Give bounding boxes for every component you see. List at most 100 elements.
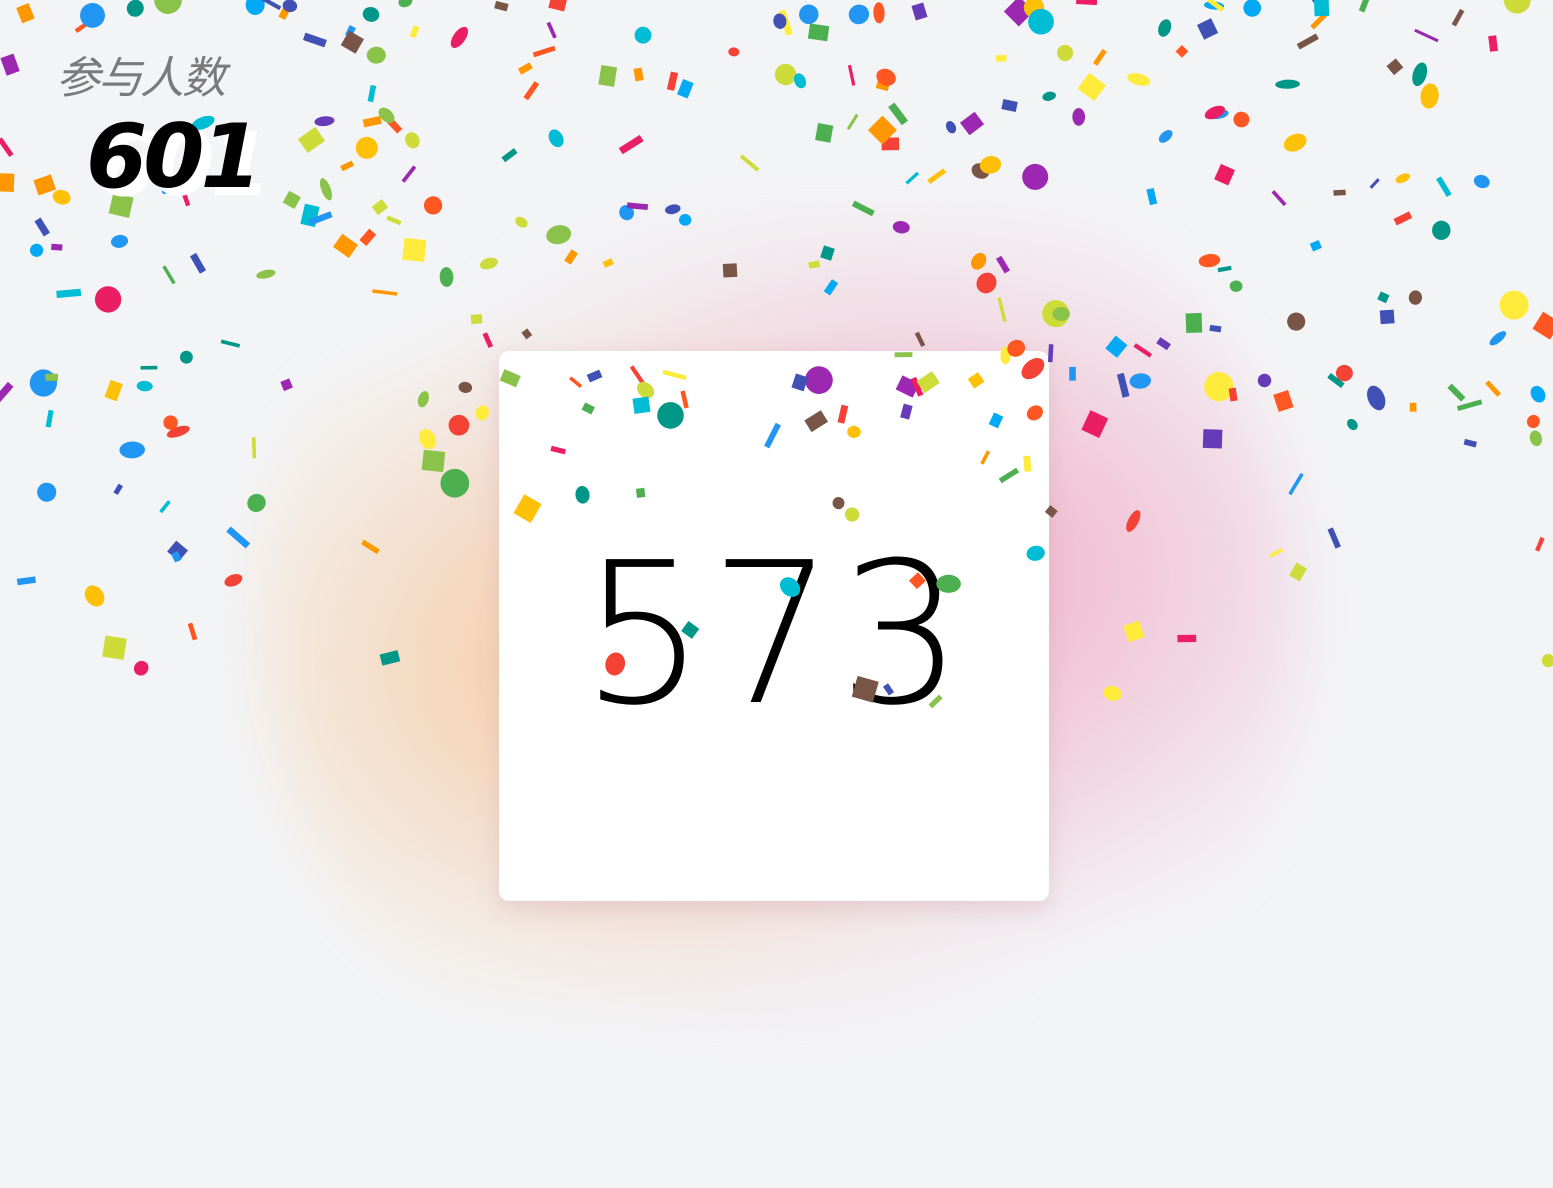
confetti-piece bbox=[340, 30, 365, 54]
confetti-piece bbox=[1229, 280, 1243, 292]
confetti-piece bbox=[1093, 48, 1107, 66]
confetti-piece bbox=[297, 126, 326, 154]
confetti-piece bbox=[102, 635, 127, 660]
confetti-piece bbox=[1309, 240, 1322, 252]
confetti-piece bbox=[1358, 0, 1373, 13]
confetti-piece bbox=[1367, 385, 1386, 411]
confetti-piece bbox=[807, 23, 830, 42]
confetti-piece bbox=[0, 53, 20, 76]
confetti-piece bbox=[423, 196, 443, 215]
confetti-piece bbox=[45, 373, 58, 381]
confetti-piece bbox=[29, 369, 58, 397]
confetti-piece bbox=[876, 68, 896, 86]
confetti-piece bbox=[634, 26, 652, 44]
participant-count-label: 参与人数 bbox=[56, 53, 226, 104]
confetti-piece bbox=[51, 243, 63, 251]
confetti-piece bbox=[224, 573, 243, 587]
confetti-piece bbox=[1214, 163, 1236, 186]
confetti-piece bbox=[959, 111, 985, 136]
confetti-piece bbox=[1243, 0, 1262, 17]
number-card: 573 bbox=[499, 351, 1049, 901]
confetti-piece bbox=[1333, 189, 1346, 196]
confetti-piece bbox=[1127, 73, 1151, 86]
confetti-piece bbox=[548, 0, 567, 12]
confetti-piece bbox=[1283, 133, 1307, 152]
confetti-piece bbox=[362, 115, 382, 128]
confetti-piece bbox=[94, 286, 122, 313]
confetti-piece bbox=[1196, 18, 1219, 40]
confetti-piece bbox=[1377, 291, 1390, 304]
confetti-piece bbox=[1257, 373, 1272, 388]
confetti-piece bbox=[282, 190, 301, 210]
confetti-piece bbox=[1146, 187, 1158, 206]
confetti-piece bbox=[873, 2, 885, 24]
confetti-piece bbox=[450, 26, 468, 48]
confetti-piece bbox=[501, 148, 518, 163]
confetti-piece bbox=[0, 381, 14, 405]
confetti-piece bbox=[166, 425, 190, 438]
confetti-piece bbox=[1207, 109, 1229, 120]
confetti-piece bbox=[523, 81, 540, 101]
confetti-piece bbox=[1273, 390, 1294, 412]
confetti-piece bbox=[1369, 178, 1380, 189]
confetti-piece bbox=[300, 203, 320, 228]
confetti-piece bbox=[1379, 309, 1395, 325]
confetti-piece bbox=[633, 67, 644, 82]
confetti-piece bbox=[1395, 173, 1410, 184]
confetti-piece bbox=[104, 379, 123, 402]
confetti-piece bbox=[517, 62, 533, 75]
confetti-piece bbox=[1412, 62, 1428, 87]
confetti-piece bbox=[367, 84, 377, 103]
confetti-piece bbox=[366, 46, 386, 64]
confetti-piece bbox=[1311, 0, 1328, 11]
confetti-piece bbox=[359, 228, 377, 246]
confetti-piece bbox=[110, 234, 129, 248]
confetti-piece bbox=[220, 339, 241, 348]
confetti-piece bbox=[362, 6, 380, 22]
confetti-piece bbox=[1209, 324, 1222, 333]
confetti-piece bbox=[1408, 290, 1423, 305]
confetti-piece bbox=[401, 165, 417, 183]
confetti-piece bbox=[163, 415, 178, 430]
confetti-piece bbox=[251, 437, 257, 459]
confetti-piece bbox=[280, 378, 293, 392]
confetti-piece bbox=[1287, 312, 1306, 331]
confetti-piece bbox=[1463, 438, 1477, 448]
confetti-piece bbox=[84, 585, 105, 607]
confetti-piece bbox=[1485, 380, 1502, 397]
confetti-piece bbox=[226, 526, 251, 549]
confetti-piece bbox=[126, 0, 144, 17]
confetti-piece bbox=[532, 45, 556, 58]
confetti-piece bbox=[1327, 527, 1341, 549]
confetti-piece bbox=[333, 233, 359, 258]
confetti-piece bbox=[598, 64, 618, 87]
confetti-piece bbox=[74, 15, 97, 34]
confetti-piece bbox=[1432, 220, 1451, 240]
confetti-piece bbox=[257, 0, 282, 11]
confetti-piece bbox=[0, 173, 15, 193]
confetti-piece bbox=[494, 0, 509, 12]
confetti-piece bbox=[113, 483, 124, 496]
confetti-piece bbox=[1489, 331, 1507, 346]
confetti-piece bbox=[140, 365, 158, 370]
confetti-piece bbox=[187, 622, 198, 641]
confetti-piece bbox=[1275, 79, 1301, 89]
confetti-piece bbox=[548, 129, 564, 148]
confetti-piece bbox=[167, 540, 189, 562]
confetti-piece bbox=[1271, 190, 1287, 207]
confetti-piece bbox=[848, 4, 870, 25]
confetti-piece bbox=[340, 160, 355, 172]
confetti-piece bbox=[793, 73, 807, 89]
confetti-piece bbox=[245, 0, 265, 15]
confetti-piece bbox=[1204, 105, 1226, 120]
confetti-piece bbox=[171, 551, 182, 563]
confetti-piece bbox=[136, 380, 153, 392]
confetti-piece bbox=[945, 121, 957, 134]
confetti-piece bbox=[1541, 653, 1553, 668]
confetti-piece bbox=[189, 252, 207, 274]
confetti-piece bbox=[774, 63, 797, 86]
participant-counter: 参与人数 601 bbox=[56, 50, 262, 202]
confetti-piece bbox=[1436, 176, 1452, 198]
confetti-piece bbox=[996, 54, 1007, 62]
confetti-piece bbox=[1023, 0, 1045, 18]
